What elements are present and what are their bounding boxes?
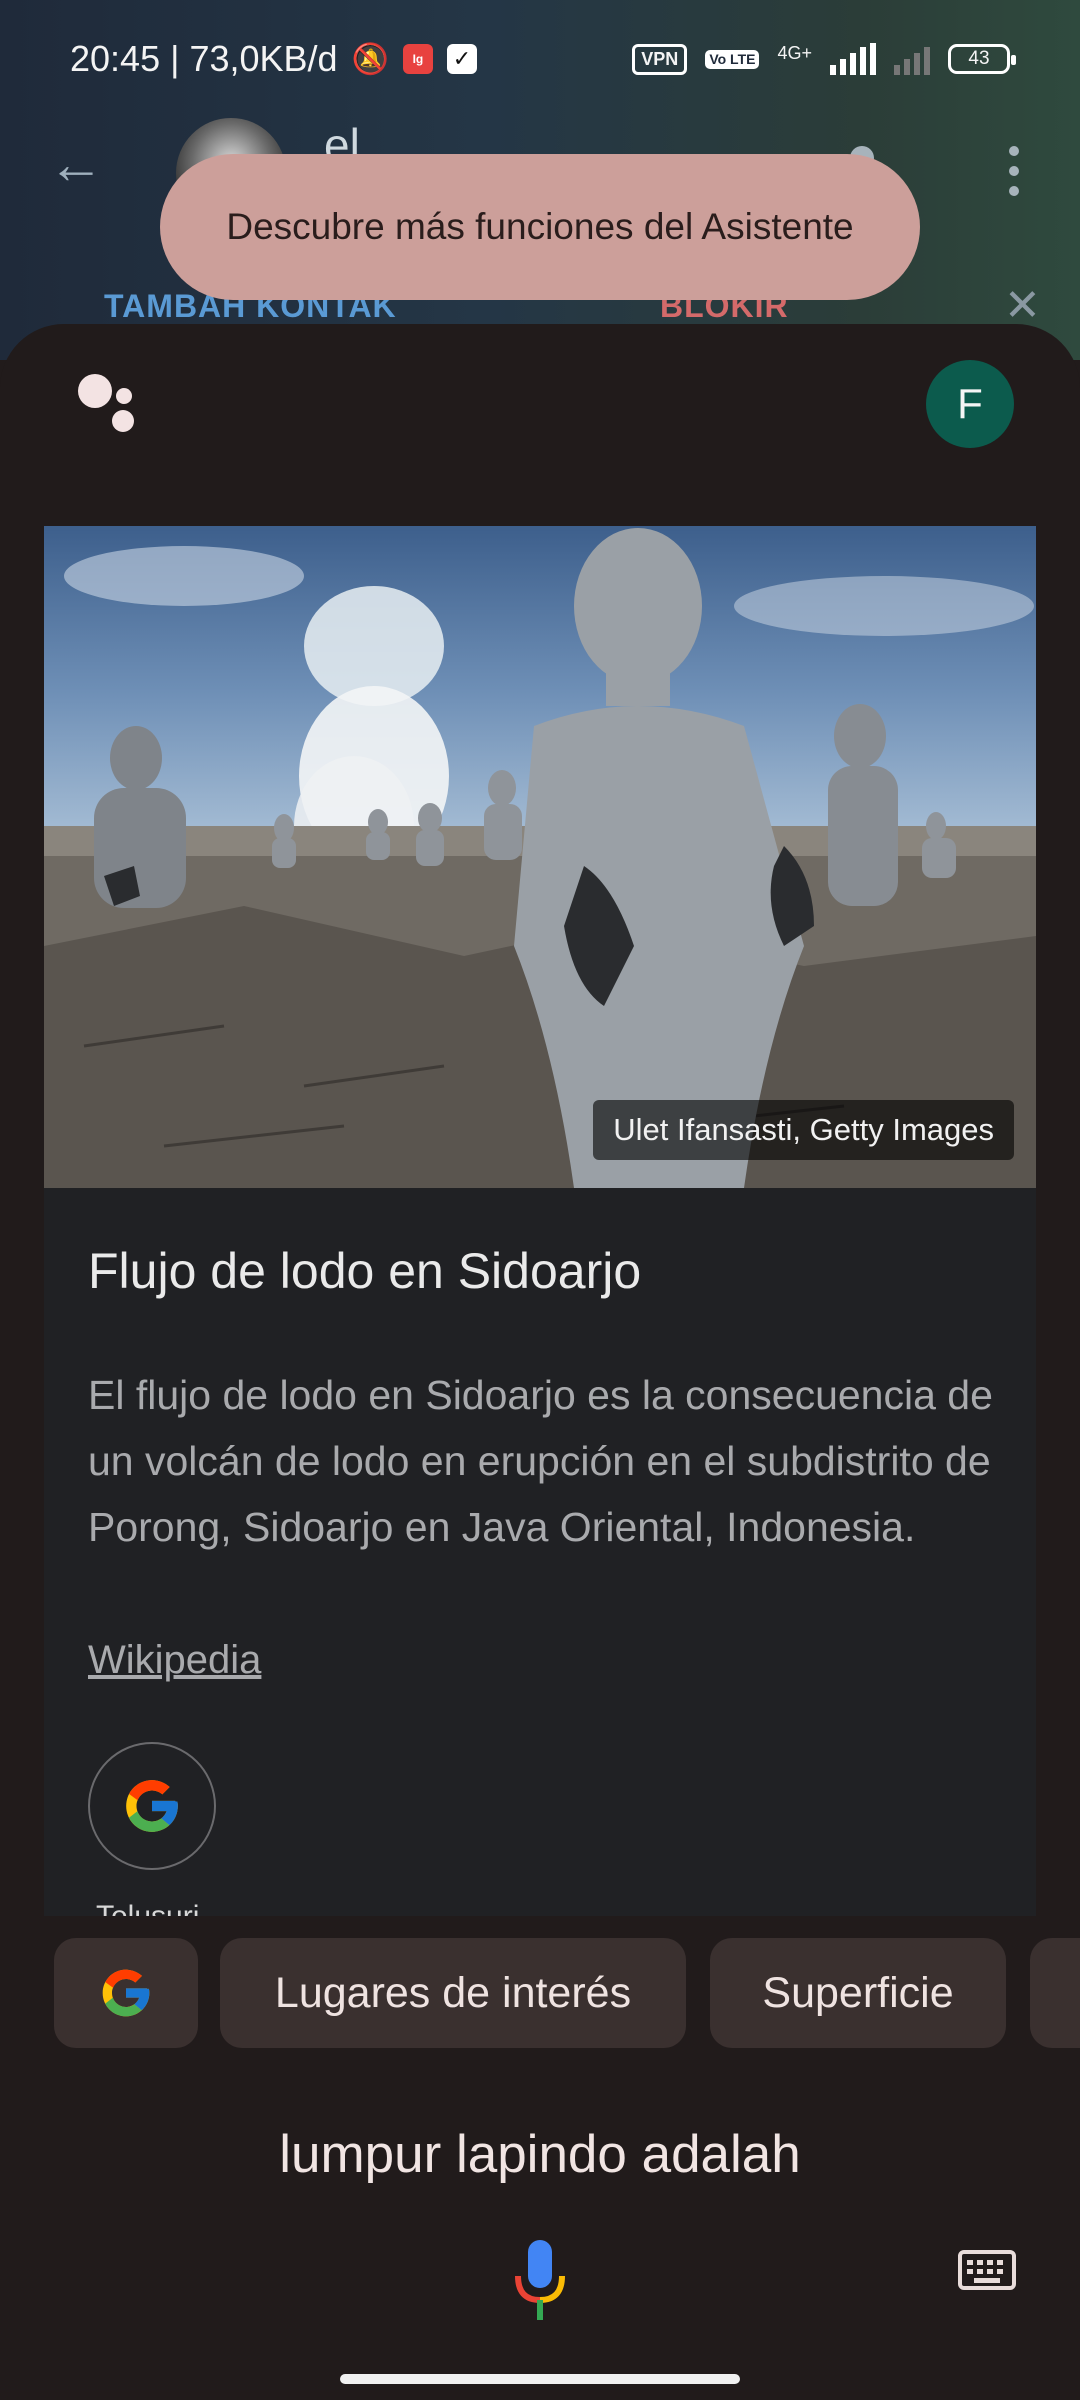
chip-superficie[interactable]: Superficie bbox=[710, 1938, 1006, 2048]
card-title: Flujo de lodo en Sidoarjo bbox=[88, 1243, 642, 1299]
knowledge-card: Ulet Ifansasti, Getty Images Flujo de lo… bbox=[44, 526, 1036, 1916]
card-image[interactable]: Ulet Ifansasti, Getty Images bbox=[44, 526, 1036, 1188]
status-time: 20:45 | 73,0KB/d bbox=[70, 38, 338, 79]
google-chip[interactable] bbox=[54, 1938, 198, 2048]
chip-more[interactable] bbox=[1030, 1938, 1080, 2048]
app-notification-icon: Ig bbox=[402, 44, 433, 74]
voice-query-text: lumpur lapindo adalah bbox=[279, 2125, 801, 2184]
source-link[interactable]: Wikipedia bbox=[88, 1638, 261, 1683]
signal-icon bbox=[830, 43, 876, 75]
chip-lugares-de-interes[interactable]: Lugares de interés bbox=[220, 1938, 686, 2048]
keyboard-icon[interactable] bbox=[958, 2250, 1016, 2290]
google-assistant-icon bbox=[78, 374, 148, 438]
signal-sim2-icon bbox=[894, 43, 930, 75]
suggestion-chips: Lugares de interés Superficie bbox=[54, 1938, 1080, 2048]
google-search-label: Telusuri bbox=[96, 1900, 199, 1916]
check-notification-icon: ✓ bbox=[446, 44, 477, 74]
network-type: 4G+ bbox=[777, 43, 812, 63]
battery-icon: 43 bbox=[948, 44, 1016, 74]
microphone-icon[interactable] bbox=[514, 2240, 566, 2324]
google-g-icon bbox=[126, 1780, 178, 1832]
vpn-icon: VPN bbox=[632, 43, 688, 75]
assistant-toast[interactable]: Descubre más funciones del Asistente bbox=[160, 154, 920, 300]
status-bar: 20:45 | 73,0KB/d 🔕 Ig ✓ VPN Vo LTE 4G+ 4… bbox=[0, 0, 1080, 118]
toast-text: Descubre más funciones del Asistente bbox=[226, 206, 854, 247]
image-credit: Ulet Ifansasti, Getty Images bbox=[593, 1100, 1014, 1160]
battery-level: 43 bbox=[968, 48, 990, 69]
google-search-button[interactable] bbox=[88, 1742, 216, 1870]
mute-icon: 🔕 bbox=[351, 42, 389, 76]
gesture-navigation-bar[interactable] bbox=[340, 2374, 740, 2384]
card-description: El flujo de lodo en Sidoarjo es la conse… bbox=[88, 1372, 993, 1550]
volte-icon: Vo LTE bbox=[705, 49, 760, 69]
google-g-icon bbox=[102, 1969, 150, 2017]
back-arrow-icon[interactable]: ← bbox=[48, 136, 104, 192]
mud-flow-statues-image bbox=[44, 528, 1036, 1188]
profile-avatar[interactable]: F bbox=[926, 360, 1014, 448]
more-options-icon[interactable] bbox=[1004, 146, 1024, 196]
profile-initial: F bbox=[957, 380, 983, 427]
assistant-sheet: F Ulet Ifansasti, Getty Images Flujo de … bbox=[0, 324, 1080, 2400]
